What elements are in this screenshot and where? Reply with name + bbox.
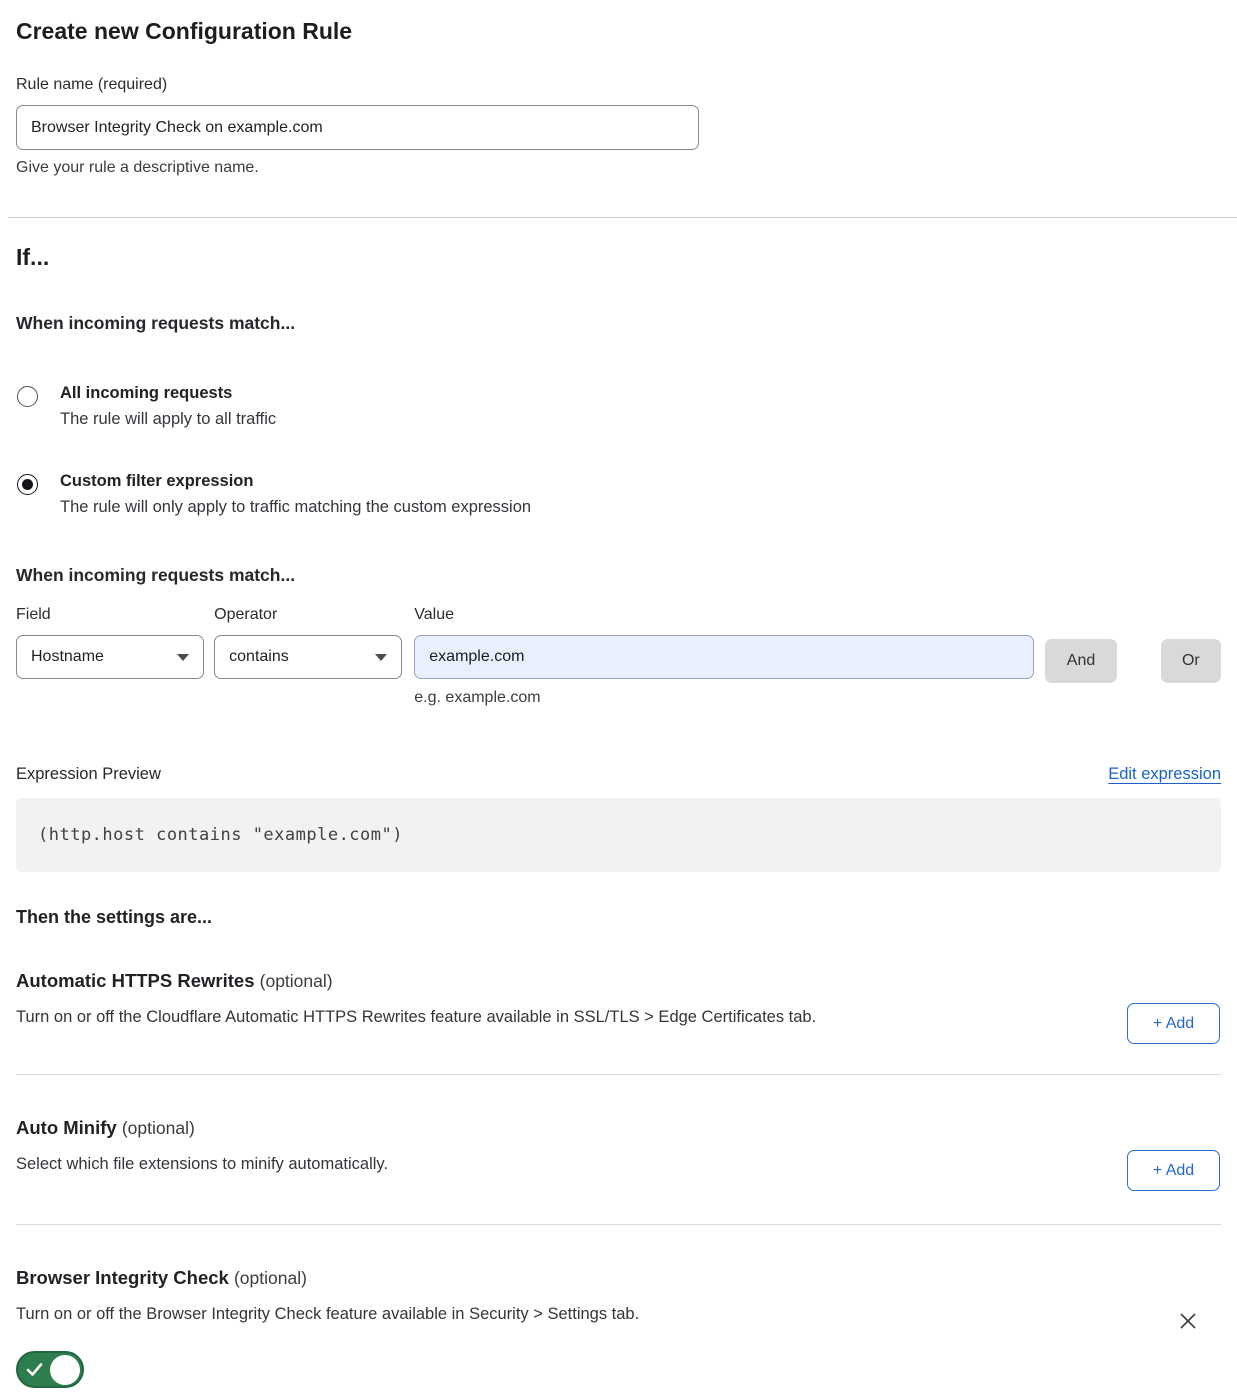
radio-custom-expression-description: The rule will only apply to traffic matc… <box>60 498 531 517</box>
radio-option-custom-expression[interactable]: Custom filter expression The rule will o… <box>16 472 1221 517</box>
radio-all-requests-description: The rule will apply to all traffic <box>60 410 276 429</box>
setting-automatic-https-rewrites: Automatic HTTPS Rewrites (optional) Turn… <box>16 970 1221 1075</box>
and-button[interactable]: And <box>1045 639 1117 683</box>
if-heading: If... <box>16 244 1221 271</box>
setting-optional-tag: (optional) <box>234 1268 307 1288</box>
field-select-value: Hostname <box>31 648 177 666</box>
radio-all-requests[interactable] <box>17 386 38 407</box>
setting-description: Turn on or off the Browser Integrity Che… <box>16 1305 1016 1324</box>
field-label: Field <box>16 606 204 624</box>
radio-option-all-requests[interactable]: All incoming requests The rule will appl… <box>16 384 1221 429</box>
expression-builder: When incoming requests match... Field Ho… <box>16 565 1221 707</box>
setting-description: Select which file extensions to minify a… <box>16 1155 1016 1174</box>
radio-custom-expression[interactable] <box>17 474 38 495</box>
then-settings-heading: Then the settings are... <box>16 907 1221 928</box>
setting-divider <box>16 1224 1221 1225</box>
match-type-heading: When incoming requests match... <box>16 313 1221 334</box>
setting-optional-tag: (optional) <box>260 971 333 991</box>
edit-expression-link[interactable]: Edit expression <box>1108 765 1221 784</box>
setting-title: Automatic HTTPS Rewrites <box>16 970 255 991</box>
operator-select-value: contains <box>229 648 375 666</box>
section-divider <box>8 217 1237 218</box>
rule-name-input[interactable] <box>16 105 699 150</box>
value-label: Value <box>414 606 1034 624</box>
close-icon[interactable] <box>1177 1310 1199 1332</box>
setting-optional-tag: (optional) <box>122 1118 195 1138</box>
browser-integrity-check-toggle[interactable] <box>16 1351 84 1388</box>
or-button[interactable]: Or <box>1161 639 1221 683</box>
expression-preview-block: (http.host contains "example.com") <box>16 798 1221 872</box>
setting-auto-minify: Auto Minify (optional) Select which file… <box>16 1117 1221 1225</box>
page-title: Create new Configuration Rule <box>16 18 1221 45</box>
radio-all-requests-label: All incoming requests <box>60 384 276 403</box>
chevron-down-icon <box>177 654 189 661</box>
check-icon <box>26 1361 43 1378</box>
setting-title: Auto Minify <box>16 1117 117 1138</box>
toggle-knob <box>50 1355 80 1385</box>
expression-preview-label: Expression Preview <box>16 765 161 784</box>
field-select[interactable]: Hostname <box>16 635 204 679</box>
rule-name-label: Rule name (required) <box>16 76 1221 94</box>
value-input[interactable] <box>414 635 1034 679</box>
setting-divider <box>16 1074 1221 1075</box>
value-helper: e.g. example.com <box>414 689 1034 707</box>
add-automatic-https-rewrites-button[interactable]: + Add <box>1127 1003 1220 1044</box>
create-configuration-rule-form: Create new Configuration Rule Rule name … <box>0 0 1237 1393</box>
operator-select[interactable]: contains <box>214 635 402 679</box>
operator-label: Operator <box>214 606 402 624</box>
setting-description: Turn on or off the Cloudflare Automatic … <box>16 1008 1016 1027</box>
setting-browser-integrity-check: Browser Integrity Check (optional) Turn … <box>16 1267 1221 1393</box>
expression-code: (http.host contains "example.com") <box>38 825 403 845</box>
setting-title: Browser Integrity Check <box>16 1267 229 1288</box>
builder-heading: When incoming requests match... <box>16 565 1221 586</box>
radio-custom-expression-label: Custom filter expression <box>60 472 531 491</box>
add-auto-minify-button[interactable]: + Add <box>1127 1150 1220 1191</box>
rule-name-helper: Give your rule a descriptive name. <box>16 159 1221 177</box>
chevron-down-icon <box>375 654 387 661</box>
